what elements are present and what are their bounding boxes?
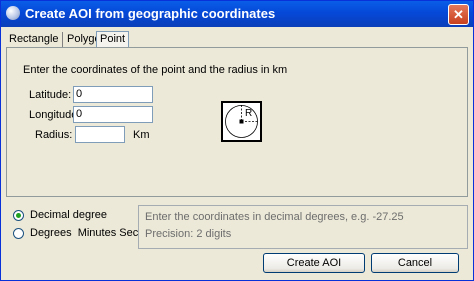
- point-tab-panel: Enter the coordinates of the point and t…: [6, 47, 468, 197]
- latitude-input[interactable]: 0: [73, 86, 153, 103]
- tab-rectangle[interactable]: Rectangle: [6, 32, 63, 47]
- tab-point[interactable]: Point: [96, 31, 130, 47]
- title-bar[interactable]: Create AOI from geographic coordinates ✕: [1, 1, 473, 27]
- radius-marker-label: R: [245, 108, 253, 119]
- latitude-label: Latitude:: [29, 89, 72, 101]
- radius-unit-label: Km: [133, 129, 150, 141]
- instruction-text: Enter the coordinates of the point and t…: [23, 64, 288, 76]
- decimal-degree-label: Decimal degree: [30, 209, 108, 221]
- radius-input[interactable]: [75, 126, 125, 143]
- dms-option[interactable]: Degrees Minutes Second: [13, 227, 157, 239]
- cancel-button[interactable]: Cancel: [371, 253, 459, 273]
- dialog-window: Create AOI from geographic coordinates ✕…: [0, 0, 474, 281]
- longitude-input[interactable]: 0: [73, 106, 153, 123]
- info-box: Enter the coordinates in decimal degrees…: [138, 205, 468, 249]
- window-title: Create AOI from geographic coordinates: [25, 6, 276, 21]
- close-icon: ✕: [453, 7, 464, 22]
- app-icon: [6, 6, 20, 20]
- create-aoi-button[interactable]: Create AOI: [263, 253, 365, 273]
- close-button[interactable]: ✕: [448, 4, 469, 25]
- dms-radio[interactable]: [13, 227, 24, 239]
- radius-label: Radius:: [35, 129, 73, 141]
- info-line-2: Precision: 2 digits: [145, 228, 232, 240]
- decimal-degree-option[interactable]: Decimal degree: [13, 209, 107, 221]
- info-line-1: Enter the coordinates in decimal degrees…: [145, 211, 404, 223]
- circle-radius-icon: [225, 105, 258, 138]
- decimal-degree-radio[interactable]: [13, 209, 24, 221]
- bottom-section: Decimal degree Degrees Minutes Second En…: [1, 201, 473, 281]
- point-radius-diagram: R: [221, 101, 262, 142]
